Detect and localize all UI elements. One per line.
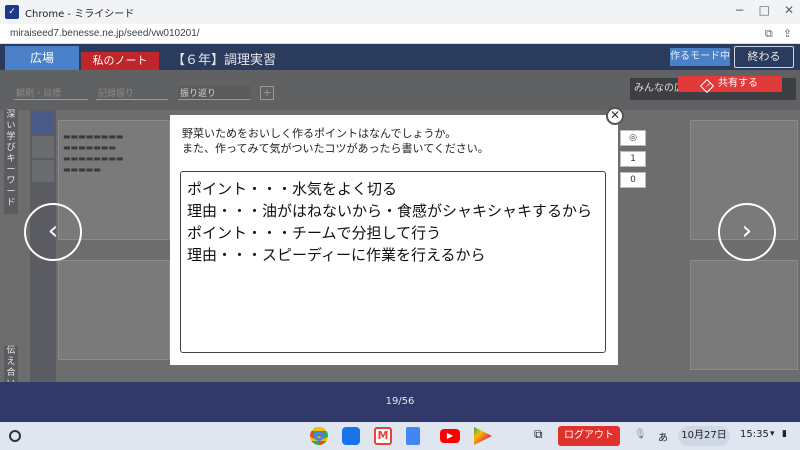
background-card xyxy=(58,260,170,360)
logout-button[interactable]: ログアウト xyxy=(558,426,620,446)
page-number: 19/56 xyxy=(385,396,415,407)
end-button[interactable]: 終わる xyxy=(734,46,794,68)
microphone-icon[interactable]: 🎙 xyxy=(634,429,647,440)
answer-box[interactable]: ポイント・・・水気をよく切る 理由・・・油がはねないから・食感がシャキシャキする… xyxy=(180,171,606,353)
tool-card-icon[interactable] xyxy=(32,112,54,134)
window-title: Chrome - ミライシード xyxy=(25,8,135,20)
screenshot-icon[interactable]: ⧉ xyxy=(534,427,543,442)
address-bar[interactable]: miraiseed7.benesse.ne.jp/seed/vw010201/ … xyxy=(0,24,800,44)
background-card xyxy=(690,260,798,370)
page-title: 【６年】調理実習 xyxy=(172,53,277,68)
question-line-1: 野菜いためをおいしく作るポイントはなんでしょうか。 xyxy=(182,127,457,140)
url-text[interactable]: miraiseed7.benesse.ne.jp/seed/vw010201/ xyxy=(10,28,200,39)
share-button-label: 共有する xyxy=(718,78,758,89)
add-field-icon[interactable]: + xyxy=(260,86,274,100)
card-text-lines: ▬▬▬▬▬▬▬▬ ▬▬▬▬▬▬▬ ▬▬▬▬▬▬▬▬ ▬▬▬▬▬ xyxy=(63,132,124,174)
miraiseed-app-icon: ✓ xyxy=(5,5,19,19)
share-button[interactable]: ! 共有する xyxy=(678,76,782,94)
maximize-icon[interactable]: □ xyxy=(759,3,770,17)
chrome-icon[interactable] xyxy=(310,427,328,445)
share-page-icon[interactable]: ⇪ xyxy=(783,27,792,41)
files-icon[interactable] xyxy=(342,427,360,445)
battery-icon[interactable]: ▮ xyxy=(782,429,787,439)
tool-pen-icon[interactable] xyxy=(32,136,54,158)
like-count[interactable]: 1 xyxy=(620,151,646,167)
share-warning-icon: ! xyxy=(699,78,715,94)
answer-line: 理由・・・油がはねないから・食感がシャキシャキするから xyxy=(187,202,593,220)
ime-indicator[interactable]: あ xyxy=(658,429,668,444)
minimize-icon[interactable]: − xyxy=(735,3,745,17)
date-pill[interactable]: 10月27日 xyxy=(678,426,730,446)
tab-my-note[interactable]: 私のノート xyxy=(81,52,159,70)
close-window-icon[interactable]: ✕ xyxy=(784,3,794,17)
answer-modal: 野菜いためをおいしく作るポイントはなんでしょうか。 また、作ってみて気がついたコ… xyxy=(170,115,618,365)
reaction-stack: ◎ 1 0 xyxy=(620,130,646,193)
field-furikaeri[interactable]: 振り返り xyxy=(178,86,250,100)
close-modal-icon[interactable]: ✕ xyxy=(606,107,624,125)
title-bar: ✓ Chrome - ミライシード − □ ✕ xyxy=(0,0,800,24)
side-tsutaeai[interactable]: 伝え合い xyxy=(4,346,18,382)
answer-line: ポイント・・・水気をよく切る xyxy=(187,180,398,198)
mode-button[interactable]: 作るモード中 xyxy=(670,48,730,66)
field-kansatsu[interactable]: 観刷・目標 xyxy=(14,86,88,100)
comment-count[interactable]: 0 xyxy=(620,172,646,188)
question-line-2: また、作ってみて気がついたコツがあったら書いてください。 xyxy=(182,142,489,155)
translate-icon[interactable]: ⧉ xyxy=(765,27,773,41)
tab-hiroba[interactable]: 広場 xyxy=(5,46,79,70)
wifi-icon[interactable]: ▾ xyxy=(770,429,775,439)
reaction-icon[interactable]: ◎ xyxy=(620,130,646,146)
docs-icon[interactable] xyxy=(406,427,420,445)
field-kiroku[interactable]: 記録振り xyxy=(96,86,168,100)
clock[interactable]: 15:35 xyxy=(740,429,769,440)
chromeos-shelf: M ▶ ⧉ ログアウト 🎙 あ 10月27日 15:35 ▾ ▮ xyxy=(0,422,800,450)
page-indicator-bar: 19/56 xyxy=(0,382,800,422)
play-store-icon[interactable] xyxy=(474,427,492,445)
previous-arrow-icon[interactable]: ‹ xyxy=(24,203,82,261)
side-keyword[interactable]: キーワード xyxy=(4,154,18,214)
launcher-icon[interactable] xyxy=(9,430,21,442)
youtube-icon[interactable]: ▶ xyxy=(440,429,460,443)
next-arrow-icon[interactable]: › xyxy=(718,203,776,261)
answer-line: 理由・・・スピーディーに作業を行えるから xyxy=(187,246,486,264)
tool-eraser-icon[interactable] xyxy=(32,160,54,182)
gmail-icon[interactable]: M xyxy=(374,427,392,445)
window-controls: − □ ✕ xyxy=(735,3,794,17)
url-actions: ⧉ ⇪ xyxy=(765,27,792,41)
app-header: 広場 私のノート 【６年】調理実習 作るモード中 終わる xyxy=(0,44,800,70)
answer-line: ポイント・・・チームで分担して行う xyxy=(187,224,442,242)
